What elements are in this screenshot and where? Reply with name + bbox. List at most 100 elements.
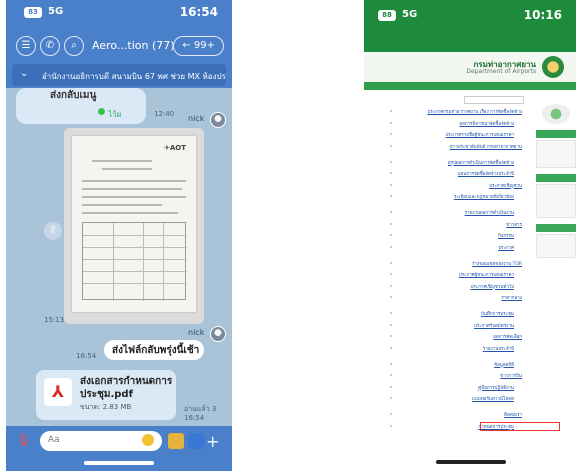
status-time: 16:54: [179, 5, 218, 19]
microphone-icon[interactable]: 🎙: [16, 433, 31, 447]
site-link[interactable]: ผลการพิจารณาจัดซื้อจัดจ้าง: [459, 120, 514, 127]
site-link[interactable]: สรุปผลการดำเนินการจัดซื้อจัดจ้าง: [448, 159, 514, 166]
site-link[interactable]: กิจกรรม: [498, 232, 514, 239]
site-header: กรมท่าอากาศยาน Department of Airports: [364, 52, 576, 82]
site-link[interactable]: คู่มือการปฏิบัติงาน: [478, 384, 514, 391]
sender-name: nick: [188, 328, 205, 337]
camera-icon[interactable]: [168, 433, 184, 449]
message-input[interactable]: Aa: [40, 431, 162, 451]
input-placeholder: Aa: [48, 435, 60, 445]
bullet-icon: [390, 222, 392, 225]
site-link[interactable]: ประกาศรายชื่อผู้ชนะการเสนอราคา: [445, 131, 514, 138]
site-link[interactable]: ข่าวการบิน: [500, 372, 522, 379]
pdf-icon: ⅄: [44, 378, 72, 406]
sidebar-logo-icon: [542, 104, 570, 124]
avatar[interactable]: [210, 326, 226, 342]
network-indicator: 5G: [402, 9, 418, 20]
search-input[interactable]: [464, 96, 524, 104]
screenshot-stage: 83 5G 16:54 ☰ ✆ ⌕ Aero...tion (77) ← 99+…: [0, 0, 583, 471]
site-nav-bar[interactable]: [364, 82, 576, 90]
chat-phone: 83 5G 16:54 ☰ ✆ ⌕ Aero...tion (77) ← 99+…: [6, 0, 232, 471]
document-table: [82, 222, 187, 301]
site-link[interactable]: ร่างขอบเขตของงาน TOR: [472, 260, 522, 267]
chat-title: Aero...tion (77): [92, 39, 175, 52]
message-bubble[interactable]: ส่งกลับเมนู ไว้ผ: [16, 88, 146, 124]
message-time: 16:54: [184, 414, 205, 422]
site-link[interactable]: ติดต่อเรา: [504, 411, 522, 418]
bullet-icon: [390, 234, 392, 236]
site-link[interactable]: ประกาศเชิญชวน: [489, 182, 522, 189]
site-link[interactable]: รายงานผลการดำเนินงาน: [465, 209, 514, 216]
file-name: ประชุม.pdf: [80, 389, 133, 400]
bullet-icon: [390, 261, 392, 264]
site-link[interactable]: แผนการจัดซื้อจัดจ้างประจำปี: [458, 170, 514, 177]
message-text: ส่งกลับเมนู: [50, 90, 97, 101]
site-link[interactable]: ข่าวสาร: [506, 221, 522, 228]
bullet-icon: [390, 110, 392, 112]
back-button[interactable]: ← 99+: [173, 36, 224, 56]
share-icon[interactable]: ⇪: [44, 222, 62, 240]
bullet-icon: [390, 362, 392, 365]
site-logo-icon[interactable]: [542, 56, 564, 78]
site-link[interactable]: ประกาศกรมท่าอากาศยาน เรื่อง การจัดซื้อจั…: [427, 108, 522, 115]
bullet-icon: [390, 172, 392, 174]
chat-input-bar: 🎙 Aa +: [6, 426, 232, 471]
phone-icon[interactable]: ✆: [40, 36, 60, 56]
document-photo: ✈AOT: [72, 136, 196, 312]
site-link[interactable]: ประกาศเชิญชวนทั่วไป: [471, 283, 515, 290]
image-icon[interactable]: [188, 433, 204, 449]
site-link[interactable]: ประกาศ: [498, 244, 514, 251]
announcement-banner[interactable]: ⌄ อำนักงานอธิการบดี สนามบิน 67 พศ ช่วย M…: [12, 64, 226, 86]
chevron-down-icon: ⌄: [20, 68, 29, 79]
browser-phone: 88 5G 10:16 กรมท่าอากาศยาน Department of…: [338, 0, 583, 471]
file-message[interactable]: ⅄ ส่งเอกสารกำหนดการ ประชุม.pdf ขนาด: 2.8…: [36, 370, 176, 420]
site-link[interactable]: แบบฟอร์มดาวน์โหลด: [472, 395, 514, 402]
message-text: ส่งไฟล์กลับพรุ่งนี้เช้า: [112, 345, 200, 356]
bullet-icon: [390, 397, 392, 399]
network-indicator: 5G: [48, 6, 64, 17]
sidebar-header[interactable]: [536, 174, 576, 182]
search-icon[interactable]: ⌕: [64, 36, 84, 56]
battery-icon: 83: [24, 7, 42, 18]
bullet-icon: [390, 144, 392, 147]
battery-icon: 88: [378, 10, 396, 21]
sidebar-box: [536, 184, 576, 218]
bullet-icon: [390, 195, 392, 197]
bullet-icon: [390, 121, 392, 124]
bullet-icon: [390, 335, 392, 337]
message-time: 16:54: [76, 352, 97, 360]
bullet-icon: [390, 346, 392, 349]
site-link[interactable]: ผลการคัดเลือก: [493, 333, 522, 340]
site-link[interactable]: ข่าวประชาสัมพันธ์ กรมท่าอากาศยาน: [449, 143, 522, 150]
message-bubble[interactable]: ส่งไฟล์กลับพรุ่งนี้เช้า: [104, 340, 204, 360]
avatar[interactable]: [210, 112, 226, 128]
sender-name: nick: [188, 114, 205, 123]
site-link[interactable]: ระเบียบและกฎหมายที่เกี่ยวข้อง: [454, 193, 514, 200]
site-brand-sub: Department of Airports: [466, 68, 536, 75]
site-link[interactable]: ราคากลาง: [501, 294, 522, 301]
sidebar-box: [536, 140, 576, 168]
add-icon[interactable]: +: [206, 432, 219, 451]
message-tag: ไว้ผ: [108, 110, 122, 119]
unread-count: 99+: [193, 40, 215, 51]
site-link[interactable]: ประกาศผู้ชนะการเสนอราคา: [459, 271, 514, 278]
chat-header: ☰ ✆ ⌕ Aero...tion (77) ← 99+: [6, 34, 232, 60]
site-link[interactable]: บันทึกการประชุม: [481, 310, 514, 317]
site-link[interactable]: ข้อมูลสถิติ: [494, 361, 514, 368]
bullet-icon: [390, 211, 392, 213]
home-indicator: [84, 461, 154, 465]
status-bar: 83 5G 16:54: [6, 5, 232, 23]
menu-icon[interactable]: ☰: [16, 36, 36, 56]
bullet-icon: [390, 424, 392, 427]
emoji-icon[interactable]: [142, 434, 154, 446]
sidebar-header[interactable]: [536, 224, 576, 232]
bullet-icon: [390, 183, 392, 186]
bullet-icon: [390, 245, 392, 248]
bullet-icon: [390, 374, 392, 376]
photo-message[interactable]: ✈AOT: [64, 128, 204, 324]
announcement-text: อำนักงานอธิการบดี สนามบิน 67 พศ ช่วย MX …: [42, 72, 226, 81]
site-link[interactable]: ประกาศรับสมัครงาน: [474, 322, 514, 329]
sidebar-header[interactable]: [536, 130, 576, 138]
site-link[interactable]: รายงานประจำปี: [483, 345, 514, 352]
bullet-icon: [390, 284, 392, 287]
